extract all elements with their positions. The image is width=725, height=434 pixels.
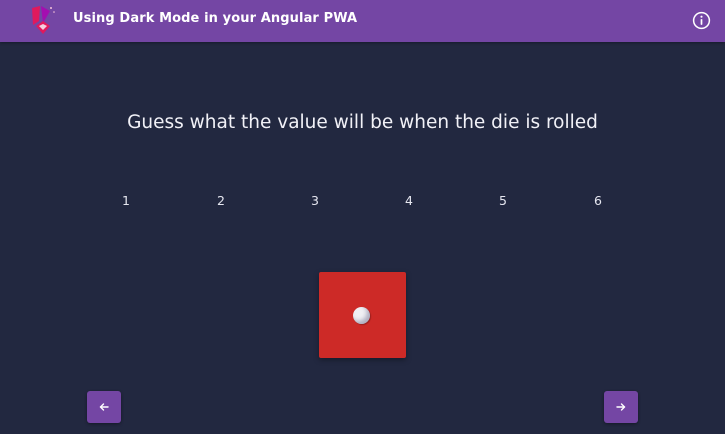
die-pip [353, 307, 370, 324]
info-icon[interactable] [692, 11, 711, 30]
guess-option-6[interactable]: 6 [583, 192, 613, 212]
arrow-left-icon [98, 398, 110, 417]
guess-option-1[interactable]: 1 [111, 192, 141, 212]
guess-option-5[interactable]: 5 [488, 192, 518, 212]
app-root: Using Dark Mode in your Angular PWA Gues… [0, 0, 725, 434]
guess-option-4[interactable]: 4 [394, 192, 424, 212]
guess-options: 1 2 3 4 5 6 [0, 192, 725, 212]
angular-logo-icon [28, 5, 58, 35]
next-button[interactable] [604, 391, 638, 423]
arrow-right-icon [615, 398, 627, 417]
question-heading: Guess what the value will be when the di… [127, 112, 598, 133]
guess-option-3[interactable]: 3 [300, 192, 330, 212]
die[interactable] [319, 272, 406, 358]
app-toolbar: Using Dark Mode in your Angular PWA [0, 0, 725, 42]
guess-option-2[interactable]: 2 [206, 192, 236, 212]
back-button[interactable] [87, 391, 121, 423]
app-title: Using Dark Mode in your Angular PWA [73, 11, 358, 26]
